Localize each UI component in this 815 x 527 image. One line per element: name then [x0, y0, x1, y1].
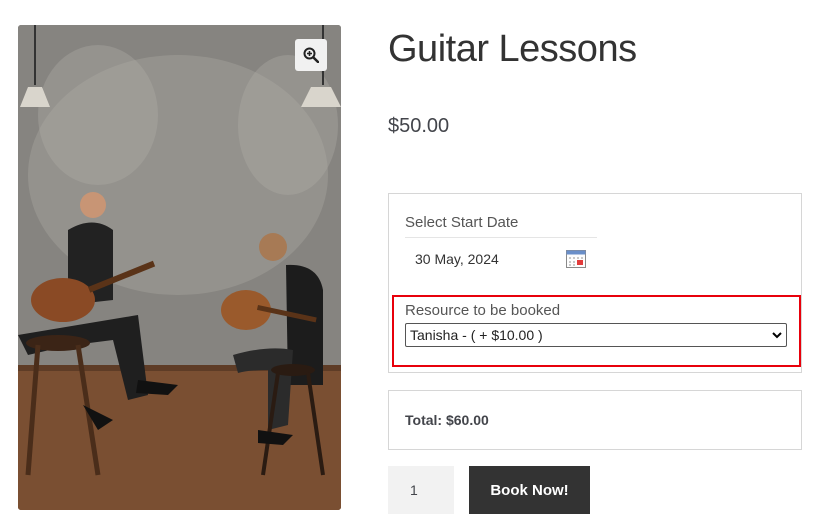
total-box: Total: $60.00 — [388, 390, 802, 450]
start-date-label: Select Start Date — [405, 214, 519, 231]
book-now-button[interactable]: Book Now! — [469, 466, 590, 514]
product-price: $50.00 — [388, 115, 450, 137]
resource-label: Resource to be booked — [405, 302, 561, 319]
resource-selected-value: Tanisha - ( + $10.00 ) — [410, 327, 543, 343]
product-photo — [18, 25, 341, 510]
magnifier-plus-icon — [303, 47, 319, 63]
zoom-button[interactable] — [295, 39, 327, 71]
quantity-input[interactable]: 1 — [388, 466, 454, 514]
resource-select[interactable]: Tanisha - ( + $10.00 ) — [405, 323, 787, 347]
calendar-icon[interactable] — [566, 250, 586, 268]
start-date-value: 30 May, 2024 — [415, 251, 499, 267]
start-date-field[interactable]: 30 May, 2024 — [405, 237, 597, 276]
product-image[interactable] — [18, 25, 341, 510]
chevron-down-icon — [772, 331, 782, 338]
total-price: Total: $60.00 — [405, 412, 489, 428]
product-title: Guitar Lessons — [388, 28, 637, 70]
